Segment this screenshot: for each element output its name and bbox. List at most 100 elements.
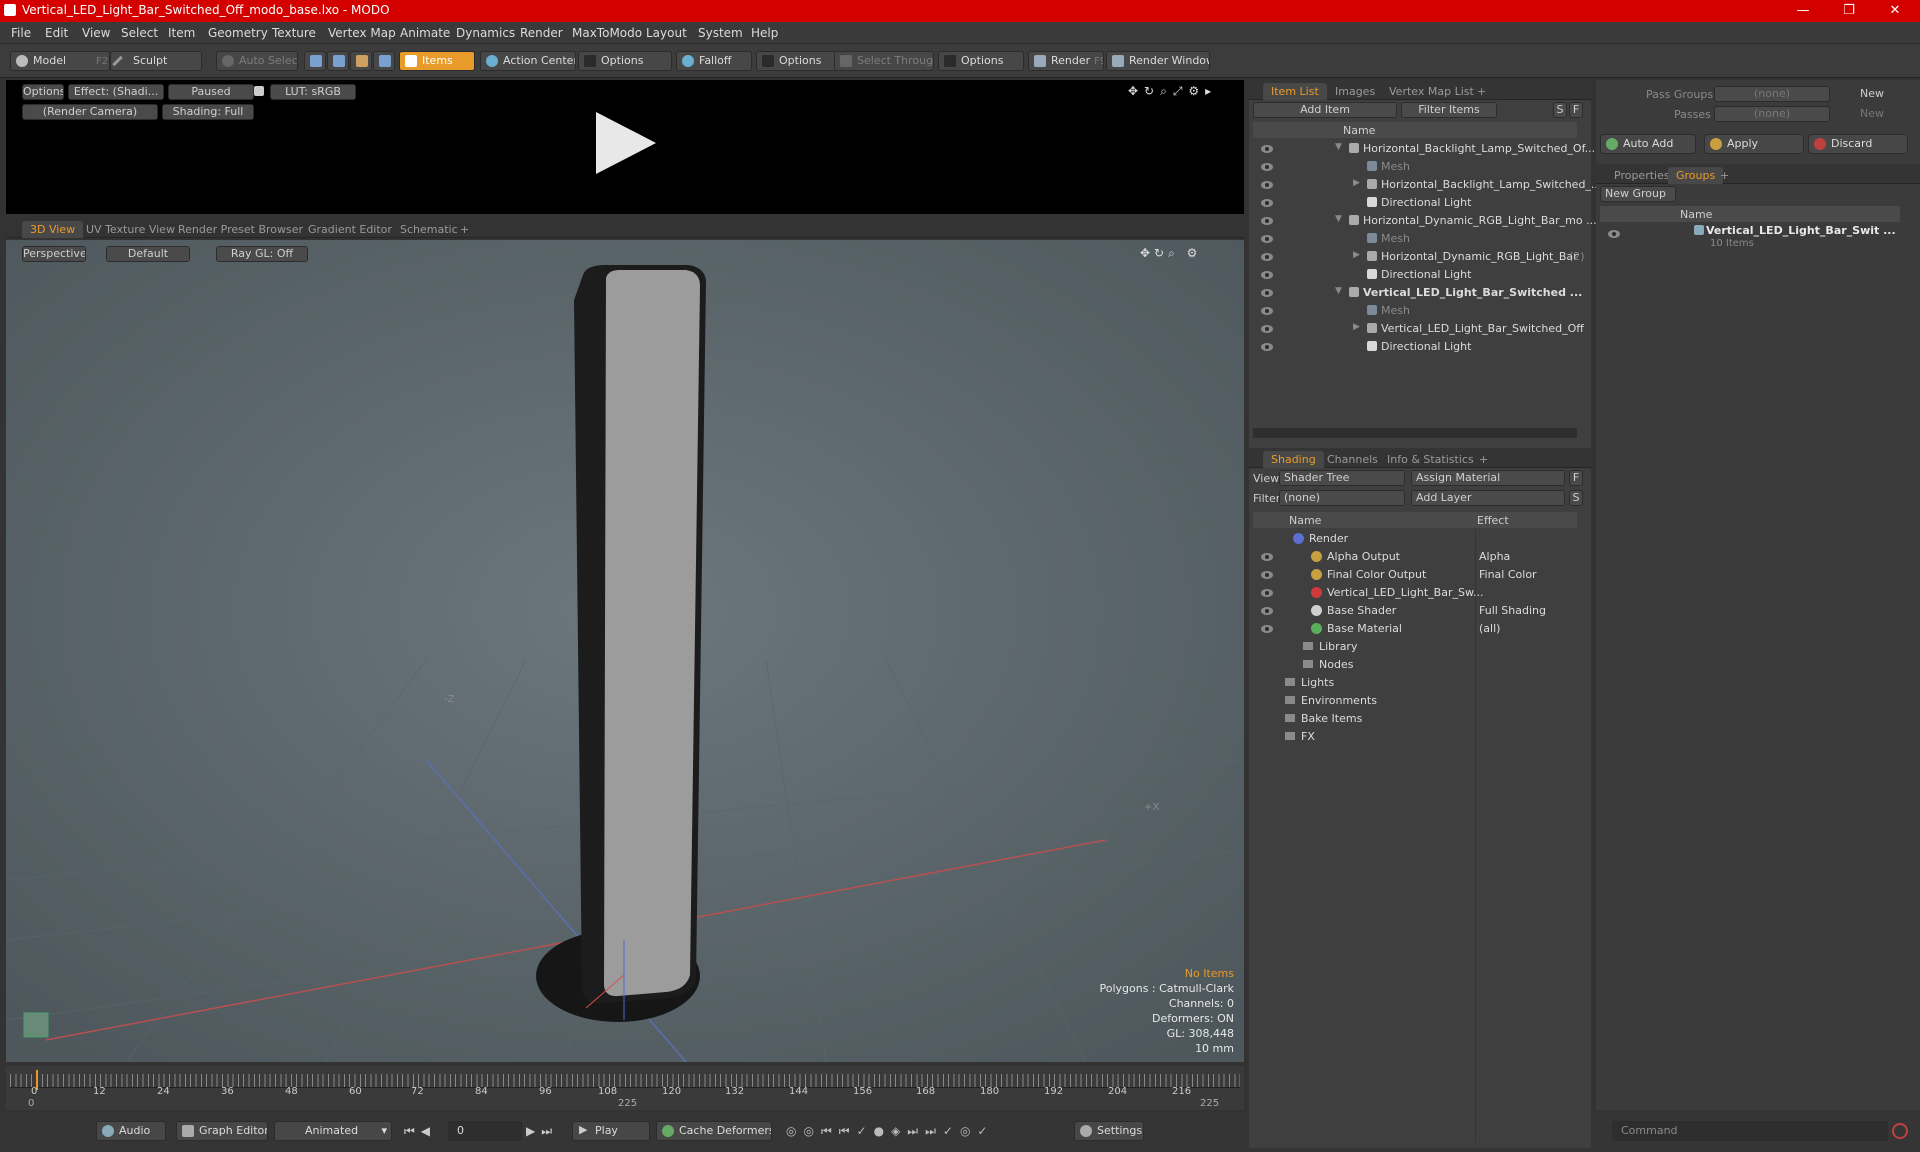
render-button[interactable]: RenderF9 bbox=[1028, 51, 1104, 71]
effect-dropdown[interactable]: Full Shading bbox=[1479, 604, 1546, 617]
add-tab-button[interactable]: + bbox=[1712, 167, 1737, 184]
eye-icon[interactable] bbox=[1261, 217, 1273, 225]
item-row[interactable]: Directional Light bbox=[1253, 266, 1577, 284]
tab-shading[interactable]: Shading bbox=[1263, 451, 1324, 468]
item-row[interactable]: ▶ Horizontal_Backlight_Lamp_Switched_... bbox=[1253, 176, 1601, 194]
preview-effect-dropdown[interactable]: Effect: (Shadi... bbox=[68, 84, 164, 100]
render-camera-dropdown[interactable]: (Render Camera) bbox=[22, 104, 158, 120]
timeline[interactable]: 0 12 24 36 48 60 72 84 96 108 120 132 14… bbox=[6, 1066, 1244, 1110]
eye-icon[interactable] bbox=[1261, 181, 1273, 189]
item-list-scrollbar[interactable] bbox=[1253, 428, 1577, 438]
menu-system[interactable]: System bbox=[698, 26, 743, 40]
eye-icon[interactable] bbox=[1261, 607, 1273, 615]
tab-item-list[interactable]: Item List bbox=[1263, 83, 1327, 100]
menu-select[interactable]: Select bbox=[121, 26, 158, 40]
name-column-header[interactable]: Name bbox=[1289, 514, 1321, 527]
step-forward-buttons[interactable]: ▶⏭ bbox=[526, 1124, 568, 1140]
shader-row[interactable]: Environments bbox=[1253, 692, 1577, 710]
current-frame-field[interactable]: 0 bbox=[448, 1121, 522, 1141]
new-group-button[interactable]: New Group bbox=[1600, 186, 1676, 202]
item-list-s-button[interactable]: S bbox=[1553, 102, 1567, 118]
vertices-mode-button[interactable] bbox=[304, 51, 326, 71]
minimize-button[interactable]: — bbox=[1780, 0, 1826, 22]
animated-dropdown[interactable]: Animated ▾ bbox=[274, 1121, 392, 1141]
effect-column-header[interactable]: Effect bbox=[1477, 514, 1509, 527]
edges-mode-button[interactable] bbox=[327, 51, 349, 71]
tab-info-statistics[interactable]: Info & Statistics bbox=[1379, 451, 1482, 468]
shader-row[interactable]: Base Material (all) bbox=[1253, 620, 1577, 638]
eye-icon[interactable] bbox=[1261, 235, 1273, 243]
effect-dropdown[interactable]: Alpha bbox=[1479, 550, 1510, 563]
select-through-options-button[interactable]: Options bbox=[938, 51, 1024, 71]
item-row[interactable]: Directional Light bbox=[1253, 338, 1577, 356]
select-through-button[interactable]: Select Through bbox=[834, 51, 934, 71]
item-list-f-button[interactable]: F bbox=[1569, 102, 1583, 118]
filter-dropdown[interactable]: (none) bbox=[1279, 490, 1405, 506]
expand-arrow-icon[interactable]: ▼ bbox=[1335, 286, 1342, 296]
key-controls[interactable]: ◎◎⏮⏮✓●◈⏭⏭✓◎✓ bbox=[786, 1124, 1068, 1140]
shader-row[interactable]: Library bbox=[1253, 638, 1577, 656]
eye-icon[interactable] bbox=[1261, 589, 1273, 597]
shading-s-button[interactable]: S bbox=[1569, 490, 1583, 506]
auto-add-button[interactable]: Auto Add bbox=[1600, 134, 1696, 154]
discard-button[interactable]: Discard bbox=[1808, 134, 1908, 154]
new-pass-button[interactable]: New bbox=[1836, 106, 1908, 122]
items-mode-button[interactable]: Items bbox=[399, 51, 475, 71]
falloff-button[interactable]: Falloff bbox=[676, 51, 752, 71]
item-row[interactable]: ▼ Horizontal_Backlight_Lamp_Switched_Of..… bbox=[1253, 140, 1595, 158]
action-center-options-button[interactable]: Options bbox=[578, 51, 672, 71]
collapse-arrow-icon[interactable]: ▶ bbox=[1353, 322, 1360, 332]
tab-uv-texture-view[interactable]: UV Texture View bbox=[78, 221, 183, 238]
materials-mode-button[interactable] bbox=[373, 51, 395, 71]
menu-help[interactable]: Help bbox=[751, 26, 778, 40]
shader-row[interactable]: Render bbox=[1253, 530, 1577, 548]
menu-view[interactable]: View bbox=[82, 26, 110, 40]
add-layer-dropdown[interactable]: Add Layer bbox=[1411, 490, 1565, 506]
close-button[interactable]: ✕ bbox=[1872, 0, 1918, 22]
settings-button[interactable]: Settings bbox=[1074, 1121, 1144, 1141]
shading-style-dropdown[interactable]: Default bbox=[106, 246, 190, 262]
command-input[interactable]: Command bbox=[1612, 1121, 1888, 1141]
eye-icon[interactable] bbox=[1261, 571, 1273, 579]
menu-edit[interactable]: Edit bbox=[45, 26, 68, 40]
tab-channels[interactable]: Channels bbox=[1319, 451, 1386, 468]
name-column-header[interactable]: Name bbox=[1343, 124, 1375, 137]
eye-icon[interactable] bbox=[1261, 343, 1273, 351]
eye-icon[interactable] bbox=[1261, 145, 1273, 153]
render-window-button[interactable]: Render Window bbox=[1106, 51, 1210, 71]
preview-options-button[interactable]: Options bbox=[22, 84, 64, 100]
item-row[interactable]: ▼ Vertical_LED_Light_Bar_Switched ... bbox=[1253, 284, 1582, 302]
model-mode-button[interactable]: Model F2 bbox=[10, 51, 110, 71]
timeline-range[interactable]: 0 225 225 bbox=[6, 1098, 1244, 1110]
play-button[interactable]: ▶ Play bbox=[572, 1121, 650, 1141]
group-row[interactable]: Vertical_LED_Light_Bar_Swit ... 10 Items bbox=[1600, 224, 1900, 258]
preview-view-controls[interactable]: ✥↻⌕⤢⚙▸ bbox=[1128, 84, 1238, 98]
item-row[interactable]: Mesh bbox=[1253, 230, 1577, 248]
menu-vertex-map[interactable]: Vertex Map bbox=[328, 26, 396, 40]
auto-select-button[interactable]: Auto Select bbox=[216, 51, 298, 71]
raygl-dropdown[interactable]: Ray GL: Off bbox=[216, 246, 308, 262]
menu-texture[interactable]: Texture bbox=[272, 26, 316, 40]
new-pass-group-button[interactable]: New bbox=[1836, 86, 1908, 102]
sculpt-mode-button[interactable]: Sculpt bbox=[110, 51, 202, 71]
lut-dropdown[interactable]: LUT: sRGB bbox=[270, 84, 356, 100]
action-center-button[interactable]: Action Center bbox=[480, 51, 576, 71]
tab-gradient-editor[interactable]: Gradient Editor bbox=[300, 221, 400, 238]
menu-geometry[interactable]: Geometry bbox=[208, 26, 268, 40]
add-tab-button[interactable]: + bbox=[1469, 83, 1494, 100]
perspective-dropdown[interactable]: Perspective bbox=[22, 246, 86, 262]
tab-3d-view[interactable]: 3D View bbox=[22, 221, 84, 238]
eye-icon[interactable] bbox=[1261, 307, 1273, 315]
expand-arrow-icon[interactable]: ▼ bbox=[1335, 142, 1342, 152]
item-row[interactable]: ▶ Horizontal_Dynamic_RGB_Light_Bar (2) bbox=[1253, 248, 1585, 266]
passes-dropdown[interactable]: (none) bbox=[1714, 106, 1830, 122]
effect-dropdown[interactable]: (all) bbox=[1479, 622, 1500, 635]
shader-row[interactable]: Nodes bbox=[1253, 656, 1577, 674]
menu-dynamics[interactable]: Dynamics bbox=[456, 26, 515, 40]
collapse-arrow-icon[interactable]: ▶ bbox=[1353, 250, 1360, 260]
menu-maxtomodo[interactable]: MaxToModo bbox=[572, 26, 642, 40]
menu-layout[interactable]: Layout bbox=[646, 26, 687, 40]
add-tab-button[interactable]: + bbox=[452, 221, 477, 238]
menu-animate[interactable]: Animate bbox=[400, 26, 450, 40]
effect-dropdown[interactable]: Final Color bbox=[1479, 568, 1537, 581]
